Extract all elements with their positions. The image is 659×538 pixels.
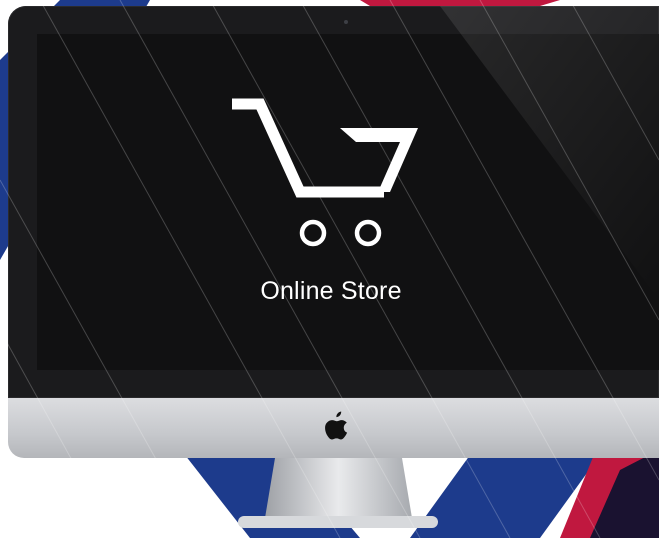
shopping-cart-icon[interactable] <box>228 96 420 252</box>
camera-icon <box>344 20 348 24</box>
stand-neck <box>265 458 412 518</box>
online-store-label[interactable]: Online Store <box>200 277 462 306</box>
promo-graphic: Online Store <box>0 0 659 538</box>
apple-logo-icon <box>325 411 348 440</box>
stand-base <box>238 516 438 528</box>
